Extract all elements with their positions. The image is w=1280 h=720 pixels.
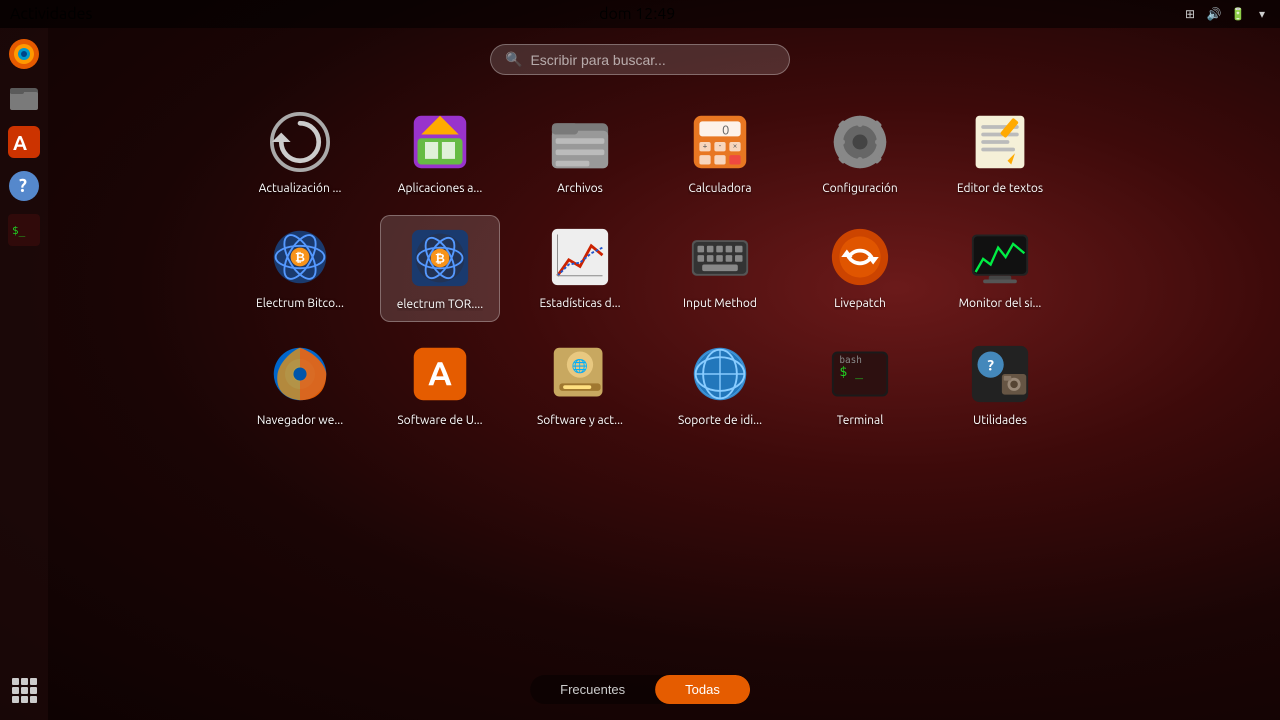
- svg-text:🌐: 🌐: [572, 358, 588, 373]
- app-label-statistics: Estadísticas d...: [539, 297, 620, 310]
- app-icon-sysmonitor: [968, 225, 1032, 289]
- app-item-update[interactable]: Actualización ...: [240, 100, 360, 205]
- svg-text:bash: bash: [839, 355, 862, 366]
- app-item-langsupport[interactable]: Soporte de idi...: [660, 332, 780, 437]
- system-menu-icon[interactable]: ▾: [1254, 6, 1270, 22]
- app-icon-settings: [828, 110, 892, 174]
- app-icon-electrum: ₿: [268, 225, 332, 289]
- network-icon: ⊞: [1182, 6, 1198, 22]
- app-label-update: Actualización ...: [259, 182, 342, 195]
- bottom-tabs: Frecuentes Todas: [530, 675, 750, 704]
- app-label-software: Software de U...: [397, 414, 482, 427]
- svg-text:A: A: [428, 355, 452, 392]
- battery-icon: 🔋: [1230, 6, 1246, 22]
- app-icon-texteditor: [968, 110, 1032, 174]
- app-item-files[interactable]: Archivos: [520, 100, 640, 205]
- app-item-appchooser[interactable]: Aplicaciones a...: [380, 100, 500, 205]
- svg-text:?: ?: [19, 176, 27, 196]
- app-label-softwareupd: Software y act...: [537, 414, 623, 427]
- app-label-firefox: Navegador we...: [257, 414, 343, 427]
- search-wrapper: 🔍: [490, 44, 790, 75]
- app-item-electrum[interactable]: ₿ Electrum Bitco...: [240, 215, 360, 322]
- app-label-settings: Configuración: [822, 182, 898, 195]
- app-label-terminal: Terminal: [837, 414, 884, 427]
- app-icon-files: [548, 110, 612, 174]
- app-item-sysmonitor[interactable]: Monitor del si...: [940, 215, 1060, 322]
- app-icon-firefox: [268, 342, 332, 406]
- app-item-softwareupd[interactable]: 🌐 Software y act...: [520, 332, 640, 437]
- app-label-langsupport: Soporte de idi...: [678, 414, 762, 427]
- app-icon-inputmethod: [688, 225, 752, 289]
- sidebar: A ? $_: [0, 28, 48, 720]
- search-bar: 🔍: [490, 44, 790, 75]
- app-label-livepatch: Livepatch: [834, 297, 886, 310]
- app-icon-electrum-tor: ₿: [408, 226, 472, 290]
- svg-text:$ _: $ _: [839, 365, 863, 380]
- app-icon-appchooser: [408, 110, 472, 174]
- app-item-texteditor[interactable]: Editor de textos: [940, 100, 1060, 205]
- app-label-electrum-tor: electrum TOR....: [397, 298, 483, 311]
- app-item-firefox[interactable]: Navegador we...: [240, 332, 360, 437]
- app-item-calculator[interactable]: 0 + - × Calculadora: [660, 100, 780, 205]
- search-input[interactable]: [530, 52, 775, 68]
- app-label-sysmonitor: Monitor del si...: [959, 297, 1042, 310]
- sidebar-item-files[interactable]: [4, 78, 44, 118]
- svg-text:$_: $_: [12, 224, 26, 237]
- app-label-electrum: Electrum Bitco...: [256, 297, 344, 310]
- app-icon-softwareupd: 🌐: [548, 342, 612, 406]
- topbar-right: ⊞ 🔊 🔋 ▾: [1182, 6, 1270, 22]
- app-icon-statistics: [548, 225, 612, 289]
- tab-todas[interactable]: Todas: [655, 675, 750, 704]
- app-item-livepatch[interactable]: Livepatch: [800, 215, 920, 322]
- app-icon-utilities: ?: [968, 342, 1032, 406]
- app-item-software[interactable]: A Software de U...: [380, 332, 500, 437]
- svg-text:0: 0: [722, 124, 729, 138]
- apps-grid: Actualización ... Aplicaciones a...: [60, 100, 1260, 437]
- app-item-statistics[interactable]: Estadísticas d...: [520, 215, 640, 322]
- app-icon-software: A: [408, 342, 472, 406]
- topbar: Actividades dom 12:49 ⊞ 🔊 🔋 ▾: [0, 0, 1280, 28]
- sidebar-item-terminal[interactable]: $_: [4, 210, 44, 250]
- tab-frecuentes[interactable]: Frecuentes: [530, 675, 655, 704]
- clock: dom 12:49: [599, 5, 675, 23]
- app-icon-update: [268, 110, 332, 174]
- search-icon: 🔍: [505, 51, 522, 68]
- app-icon-livepatch: [828, 225, 892, 289]
- app-icon-terminal: $ _ bash: [828, 342, 892, 406]
- svg-text:×: ×: [733, 141, 738, 151]
- app-item-settings[interactable]: Configuración: [800, 100, 920, 205]
- app-icon-calculator: 0 + - ×: [688, 110, 752, 174]
- app-item-inputmethod[interactable]: Input Method: [660, 215, 780, 322]
- show-apps-button[interactable]: [4, 670, 44, 710]
- app-label-inputmethod: Input Method: [683, 297, 757, 310]
- sidebar-item-font[interactable]: A: [4, 122, 44, 162]
- app-label-texteditor: Editor de textos: [957, 182, 1043, 195]
- app-label-appchooser: Aplicaciones a...: [398, 182, 483, 195]
- app-icon-langsupport: [688, 342, 752, 406]
- svg-text:₿: ₿: [435, 253, 445, 266]
- app-item-utilities[interactable]: ? Utilidades: [940, 332, 1060, 437]
- svg-text:+: +: [703, 141, 708, 151]
- svg-text:A: A: [13, 131, 27, 154]
- volume-icon: 🔊: [1206, 6, 1222, 22]
- app-item-terminal[interactable]: $ _ bash Terminal: [800, 332, 920, 437]
- activities-label[interactable]: Actividades: [10, 5, 92, 23]
- svg-text:₿: ₿: [295, 252, 305, 265]
- app-label-utilities: Utilidades: [973, 414, 1027, 427]
- app-label-calculator: Calculadora: [688, 182, 751, 195]
- sidebar-item-firefox[interactable]: [4, 34, 44, 74]
- app-item-electrum-tor[interactable]: ₿ electrum TOR....: [380, 215, 500, 322]
- sidebar-item-help[interactable]: ?: [4, 166, 44, 206]
- app-label-files: Archivos: [557, 182, 603, 195]
- svg-text:?: ?: [987, 356, 994, 373]
